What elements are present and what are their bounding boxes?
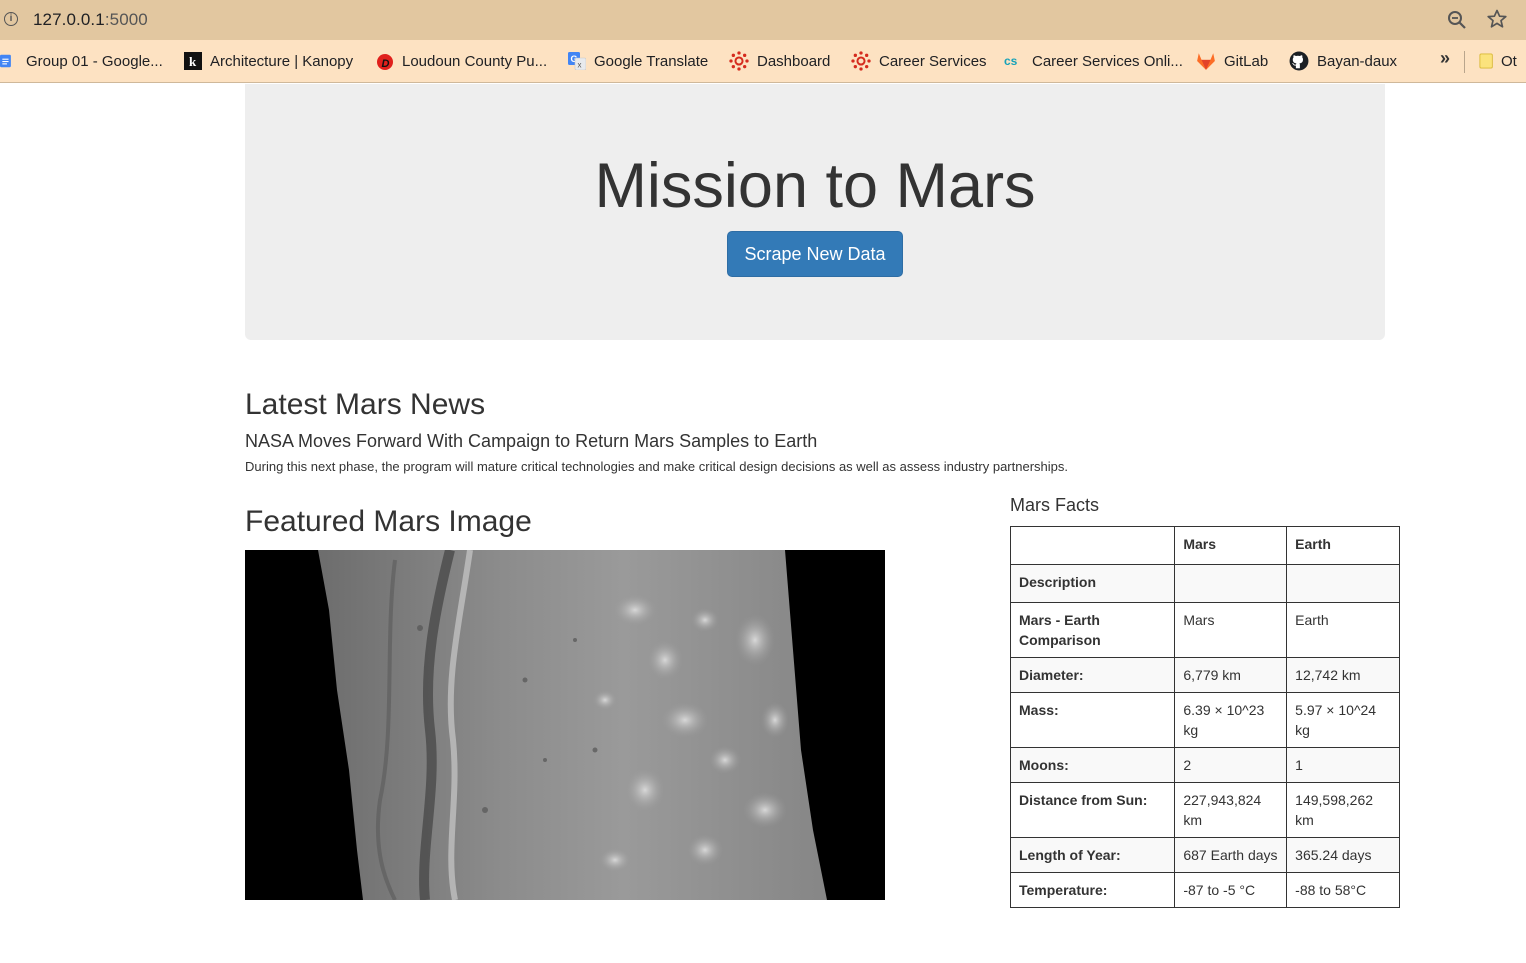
bookmark-label: Google Translate <box>594 52 709 70</box>
bookmarks-bar: Group 01 - Google... k Architecture | Ka… <box>0 40 1526 83</box>
bookmark-label: GitLab <box>1224 52 1269 70</box>
canvas-icon <box>851 51 871 71</box>
earth-value <box>1286 564 1400 603</box>
bookmark-star-icon[interactable] <box>1487 9 1507 29</box>
gitlab-icon <box>1197 53 1215 70</box>
bookmark-label: Bayan-daux <box>1317 52 1398 70</box>
featured-mars-image <box>245 548 885 901</box>
bookmark-label: Loudoun County Pu... <box>402 52 548 70</box>
news-title: NASA Moves Forward With Campaign to Retu… <box>245 431 818 451</box>
info-icon[interactable]: i <box>4 12 18 26</box>
table-row: Distance from Sun: 227,943,824 km 149,59… <box>1009 782 1400 838</box>
bookmark-label: Group 01 - Google... <box>26 52 163 70</box>
column-header: Earth <box>1286 526 1400 565</box>
folder-icon <box>1479 53 1493 69</box>
mars-value: 2 <box>1174 747 1288 783</box>
earth-value: 5.97 × 10^24 kg <box>1286 692 1400 748</box>
table-row: Mass: 6.39 × 10^23 kg 5.97 × 10^24 kg <box>1009 692 1400 748</box>
mars-value: 6,779 km <box>1174 657 1288 693</box>
bookmark-label: Career Services <box>879 52 987 70</box>
svg-text:cs: cs <box>1004 54 1018 68</box>
column-header: Mars <box>1174 526 1288 565</box>
bookmark-career-services-online[interactable]: cs Career Services Onli... <box>1004 51 1183 71</box>
browser-address-bar[interactable]: i 127.0.0.1:5000 <box>0 0 1526 40</box>
zoom-icon[interactable] <box>1447 10 1467 30</box>
bookmark-label: Career Services Onli... <box>1032 52 1183 70</box>
mars-value: 227,943,824 km <box>1174 782 1288 838</box>
more-bookmarks-button[interactable]: » <box>1440 48 1450 69</box>
mars-value: Mars <box>1174 602 1288 658</box>
svg-text:k: k <box>189 54 197 69</box>
table-header-row: Mars Earth <box>1009 526 1400 565</box>
row-label: Diameter: <box>1009 657 1176 693</box>
row-label: Distance from Sun: <box>1009 782 1176 838</box>
page-title: Mission to Mars <box>594 151 1036 221</box>
earth-value: 365.24 days <box>1286 837 1400 873</box>
earth-value: 12,742 km <box>1286 657 1400 693</box>
table-row: Mars - Earth Comparison Mars Earth <box>1009 602 1400 658</box>
mars-value: 6.39 × 10^23 kg <box>1174 692 1288 748</box>
column-header <box>1009 526 1176 565</box>
google-docs-icon <box>0 54 11 68</box>
github-icon <box>1289 51 1309 71</box>
earth-value: -88 to 58°C <box>1286 872 1400 908</box>
kanopy-icon: k <box>184 52 202 70</box>
google-translate-icon: G x <box>568 52 586 70</box>
scrape-new-data-button[interactable]: Scrape New Data <box>727 231 903 277</box>
url-text[interactable]: 127.0.0.1:5000 <box>33 10 148 30</box>
featured-image-heading: Featured Mars Image <box>245 505 532 538</box>
library-icon: D <box>377 54 393 70</box>
bookmark-dashboard[interactable]: Dashboard <box>729 51 830 71</box>
table-row: Temperature: -87 to -5 °C -88 to 58°C <box>1009 872 1400 908</box>
bookmark-loudoun[interactable]: D Loudoun County Pu... <box>376 51 547 71</box>
cs-icon: cs <box>1004 54 1018 68</box>
mars-value: -87 to -5 °C <box>1174 872 1288 908</box>
jumbotron: Mission to Mars Scrape New Data <box>245 84 1385 340</box>
table-row: Description <box>1009 564 1400 603</box>
other-bookmarks[interactable]: Ot <box>1479 51 1517 71</box>
bookmark-group-01[interactable]: Group 01 - Google... <box>0 51 163 71</box>
bookmark-google-translate[interactable]: G x Google Translate <box>568 51 708 71</box>
row-label: Mars - Earth Comparison <box>1009 602 1176 658</box>
table-row: Moons: 2 1 <box>1009 747 1400 783</box>
svg-text:D: D <box>382 58 390 70</box>
row-label: Mass: <box>1009 692 1176 748</box>
earth-value: Earth <box>1286 602 1400 658</box>
row-label: Moons: <box>1009 747 1176 783</box>
mars-value <box>1174 564 1288 603</box>
mars-facts-table: Mars Earth Description Mars - Earth Comp… <box>1009 526 1400 908</box>
table-row: Diameter: 6,779 km 12,742 km <box>1009 657 1400 693</box>
bookmark-bayan-daux[interactable]: Bayan-daux <box>1289 51 1397 71</box>
row-label: Description <box>1009 564 1176 603</box>
svg-text:x: x <box>578 61 582 70</box>
bookmark-label: Architecture | Kanopy <box>210 52 354 70</box>
row-label: Length of Year: <box>1009 837 1176 873</box>
bookmark-label: Dashboard <box>757 52 831 70</box>
bookmark-label: Ot <box>1501 52 1517 70</box>
earth-value: 1 <box>1286 747 1400 783</box>
earth-value: 149,598,262 km <box>1286 782 1400 838</box>
canvas-icon <box>729 51 749 71</box>
bookmark-kanopy[interactable]: k Architecture | Kanopy <box>184 51 353 71</box>
table-row: Length of Year: 687 Earth days 365.24 da… <box>1009 837 1400 873</box>
news-heading: Latest Mars News <box>245 388 486 421</box>
row-label: Temperature: <box>1009 872 1176 908</box>
bookmark-career-services[interactable]: Career Services <box>851 51 987 71</box>
bookmarks-divider <box>1464 51 1465 73</box>
news-paragraph: During this next phase, the program will… <box>245 459 1068 474</box>
bookmark-gitlab[interactable]: GitLab <box>1196 51 1268 71</box>
mars-value: 687 Earth days <box>1174 837 1288 873</box>
facts-heading: Mars Facts <box>1010 495 1100 515</box>
